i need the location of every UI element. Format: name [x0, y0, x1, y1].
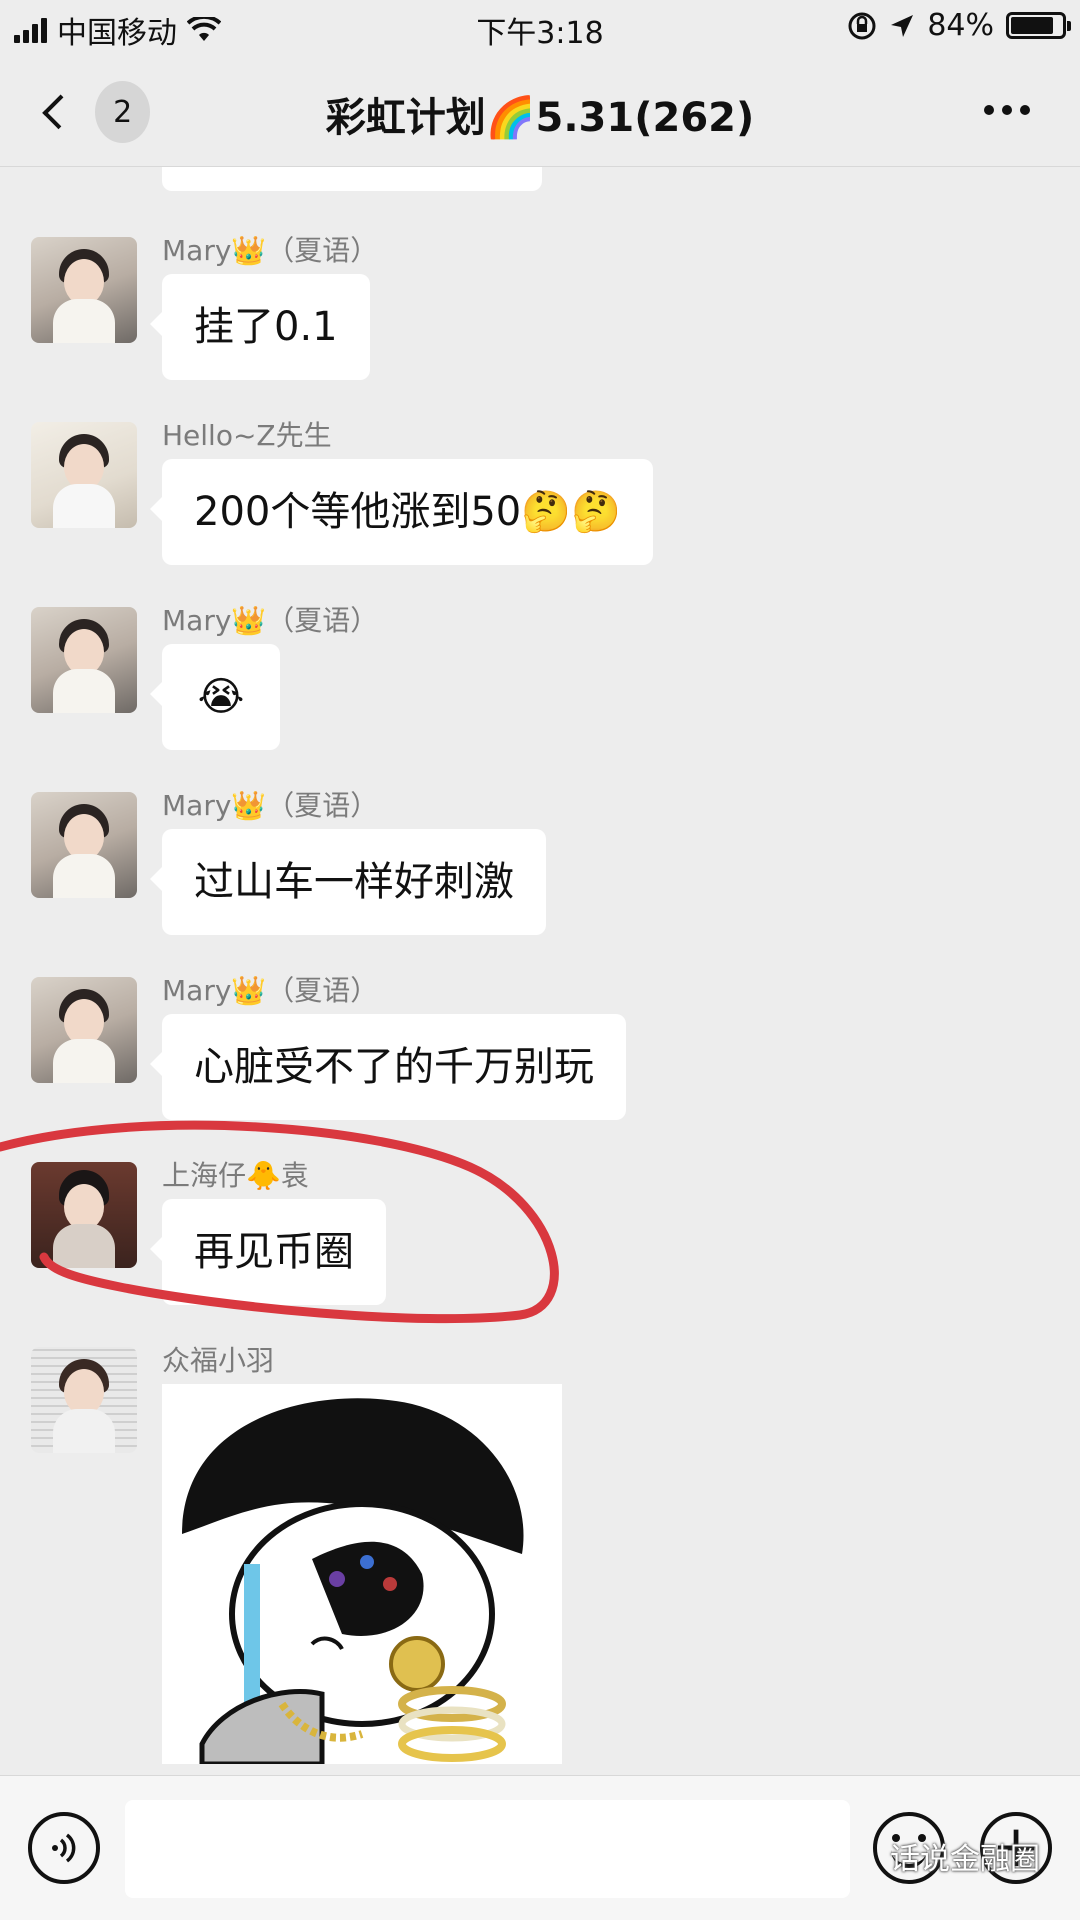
nav-bar: 2 彩虹计划🌈5.31(262)	[0, 55, 1080, 167]
message-input[interactable]	[125, 1800, 850, 1898]
battery-icon	[1006, 12, 1071, 39]
input-bar: + 话说金融圈	[0, 1775, 1080, 1920]
more-icon[interactable]	[984, 105, 1030, 115]
chat-title: 彩虹计划🌈5.31(262)	[325, 95, 755, 141]
status-bar: 中国移动 下午3:18 84%	[0, 0, 1080, 55]
battery-percent: 84%	[927, 8, 994, 43]
battery-fill	[1011, 17, 1053, 34]
voice-icon[interactable]	[28, 1812, 100, 1884]
meme-sticker-image[interactable]	[162, 1384, 562, 1764]
message-list[interactable]: Mary👑（夏语） 挂了0.1 Hello~Z先生 200个等他涨到50🤔🤔 M…	[0, 167, 1080, 1775]
voice-wave-icon	[52, 1833, 76, 1863]
status-right: 84%	[847, 8, 1071, 43]
watermark-text: 话说金融圈	[890, 1842, 1040, 1877]
location-icon	[891, 14, 914, 37]
lock-rotation-icon	[848, 12, 876, 39]
